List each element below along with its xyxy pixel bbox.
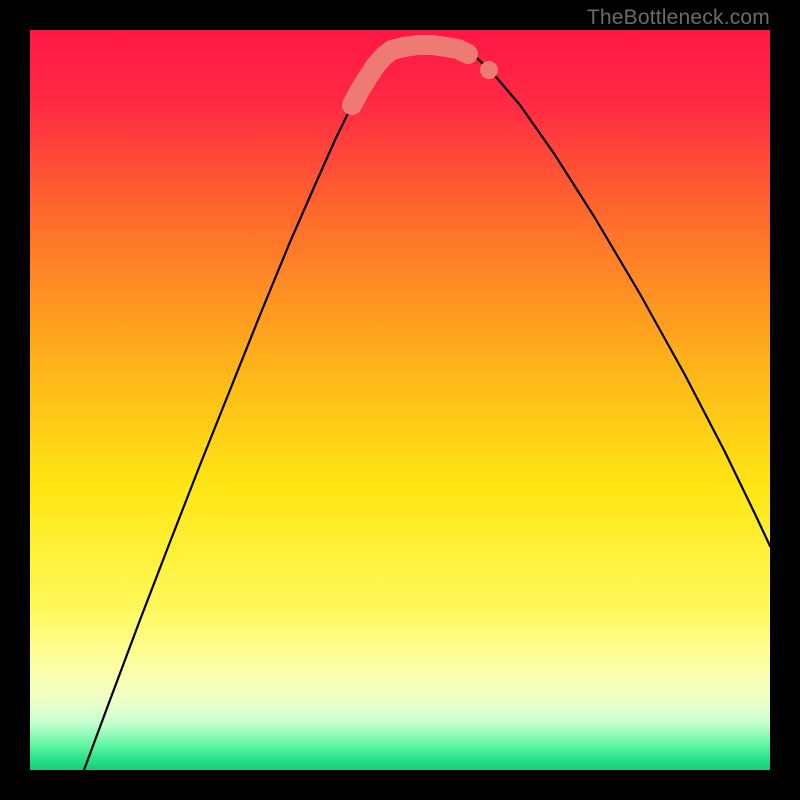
watermark-text: TheBottleneck.com xyxy=(587,6,770,30)
marker-salmon-marker-bottom xyxy=(392,45,468,54)
curve-right-curve xyxy=(470,52,770,546)
marker-salmon-marker-left xyxy=(352,50,392,105)
curve-layer xyxy=(30,30,770,770)
chart-frame: TheBottleneck.com xyxy=(0,0,800,800)
plot-area xyxy=(30,30,770,770)
curve-left-curve xyxy=(84,55,380,770)
marker-salmon-marker-right-dot xyxy=(480,61,498,79)
